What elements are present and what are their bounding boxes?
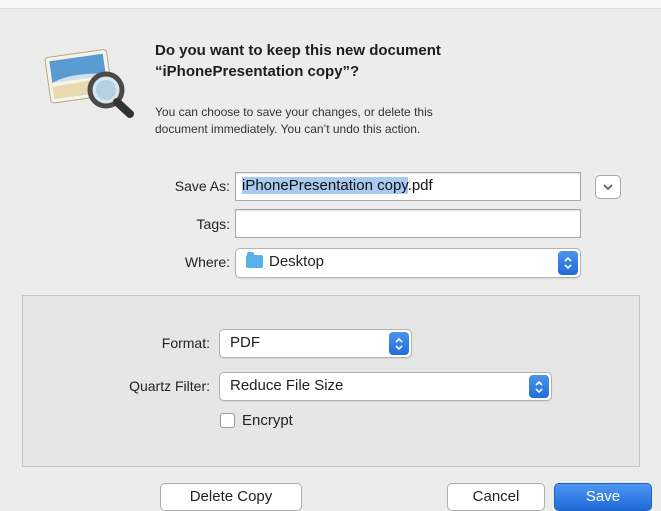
delete-copy-button[interactable]: Delete Copy [160,483,302,511]
save-as-extension: .pdf [407,177,433,194]
chevron-down-icon [603,184,613,191]
dialog-message-line2: document immediately. You can’t undo thi… [155,122,421,136]
dialog-title: Do you want to keep this new document “i… [155,40,575,82]
dialog-title-line1: Do you want to keep this new document [155,42,441,59]
dialog-title-line2: “iPhonePresentation copy”? [155,63,360,80]
save-button[interactable]: Save [554,483,652,511]
cancel-button[interactable]: Cancel [447,483,545,511]
folder-icon [246,252,263,268]
format-value: PDF [230,334,260,351]
format-label: Format: [161,335,210,351]
where-popup-arrows [558,251,578,275]
quartz-filter-value: Reduce File Size [230,377,344,394]
save-as-selected-text: iPhonePresentation copy [242,177,408,194]
preview-app-icon [44,49,134,118]
where-label: Where: [184,254,230,270]
expand-browser-button[interactable] [595,175,621,199]
format-popup[interactable]: PDF [219,329,412,358]
tags-label: Tags: [196,216,230,232]
encrypt-label[interactable]: Encrypt [242,412,293,429]
quartz-filter-popup-arrows [529,375,549,398]
quartz-filter-label: Quartz Filter: [129,378,210,394]
window-top-edge [0,0,661,9]
encrypt-checkbox[interactable] [220,413,235,428]
dialog-message: You can choose to save your changes, or … [155,104,575,138]
where-value: Desktop [269,253,325,270]
quartz-filter-popup[interactable]: Reduce File Size [219,372,552,401]
save-as-filename: iPhonePresentation copy.pdf [242,177,433,194]
dialog-message-line1: You can choose to save your changes, or … [155,105,433,119]
format-popup-arrows [389,332,409,355]
updown-arrows-icon [395,337,403,351]
save-as-field[interactable]: iPhonePresentation copy.pdf [235,172,581,201]
updown-arrows-icon [535,380,543,394]
where-popup[interactable]: Desktop [235,248,581,278]
updown-arrows-icon [564,256,572,270]
save-as-label: Save As: [174,178,230,194]
tags-field[interactable] [235,209,581,238]
